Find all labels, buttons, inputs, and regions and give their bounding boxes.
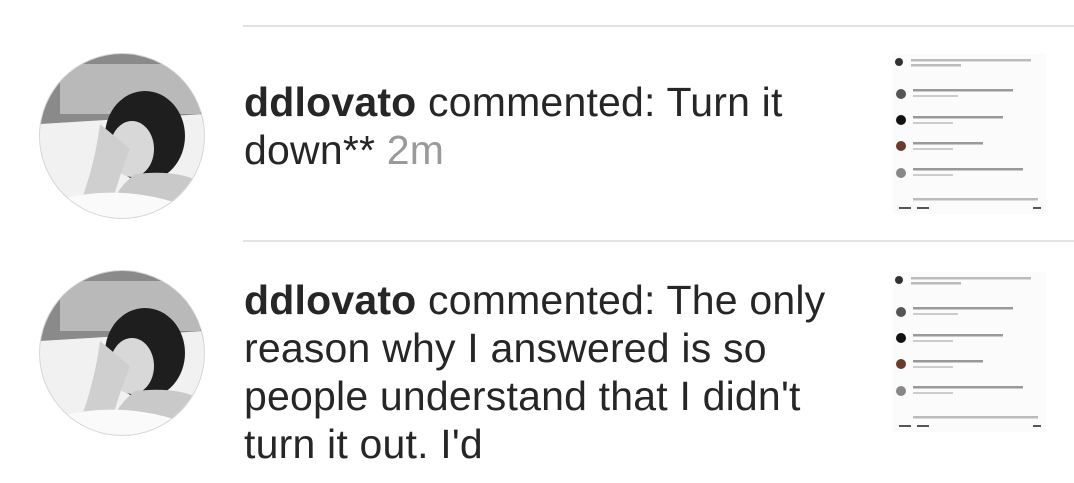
notification-text: ddlovato commented: Turn it down** 2m bbox=[244, 78, 856, 174]
avatar[interactable] bbox=[40, 271, 204, 435]
action-text: commented: bbox=[416, 79, 667, 125]
post-thumbnail-icon bbox=[893, 272, 1046, 432]
post-thumbnail[interactable] bbox=[893, 54, 1046, 214]
notification-item[interactable]: ddlovato commented: Turn it down** 2m bbox=[0, 27, 1074, 239]
action-text: commented: bbox=[416, 277, 667, 323]
activity-feed: ddlovato commented: Turn it down** 2m dd… bbox=[0, 0, 1074, 483]
post-thumbnail[interactable] bbox=[893, 272, 1046, 432]
profile-photo-icon bbox=[40, 271, 204, 435]
notification-item[interactable]: ddlovato commented: The only reason why … bbox=[0, 242, 1074, 483]
profile-photo-icon bbox=[40, 54, 204, 218]
timestamp: 2m bbox=[386, 127, 445, 173]
avatar[interactable] bbox=[40, 54, 204, 218]
post-thumbnail-icon bbox=[893, 54, 1046, 214]
notification-text: ddlovato commented: The only reason why … bbox=[244, 276, 856, 468]
username-link[interactable]: ddlovato bbox=[244, 79, 416, 125]
username-link[interactable]: ddlovato bbox=[244, 277, 416, 323]
